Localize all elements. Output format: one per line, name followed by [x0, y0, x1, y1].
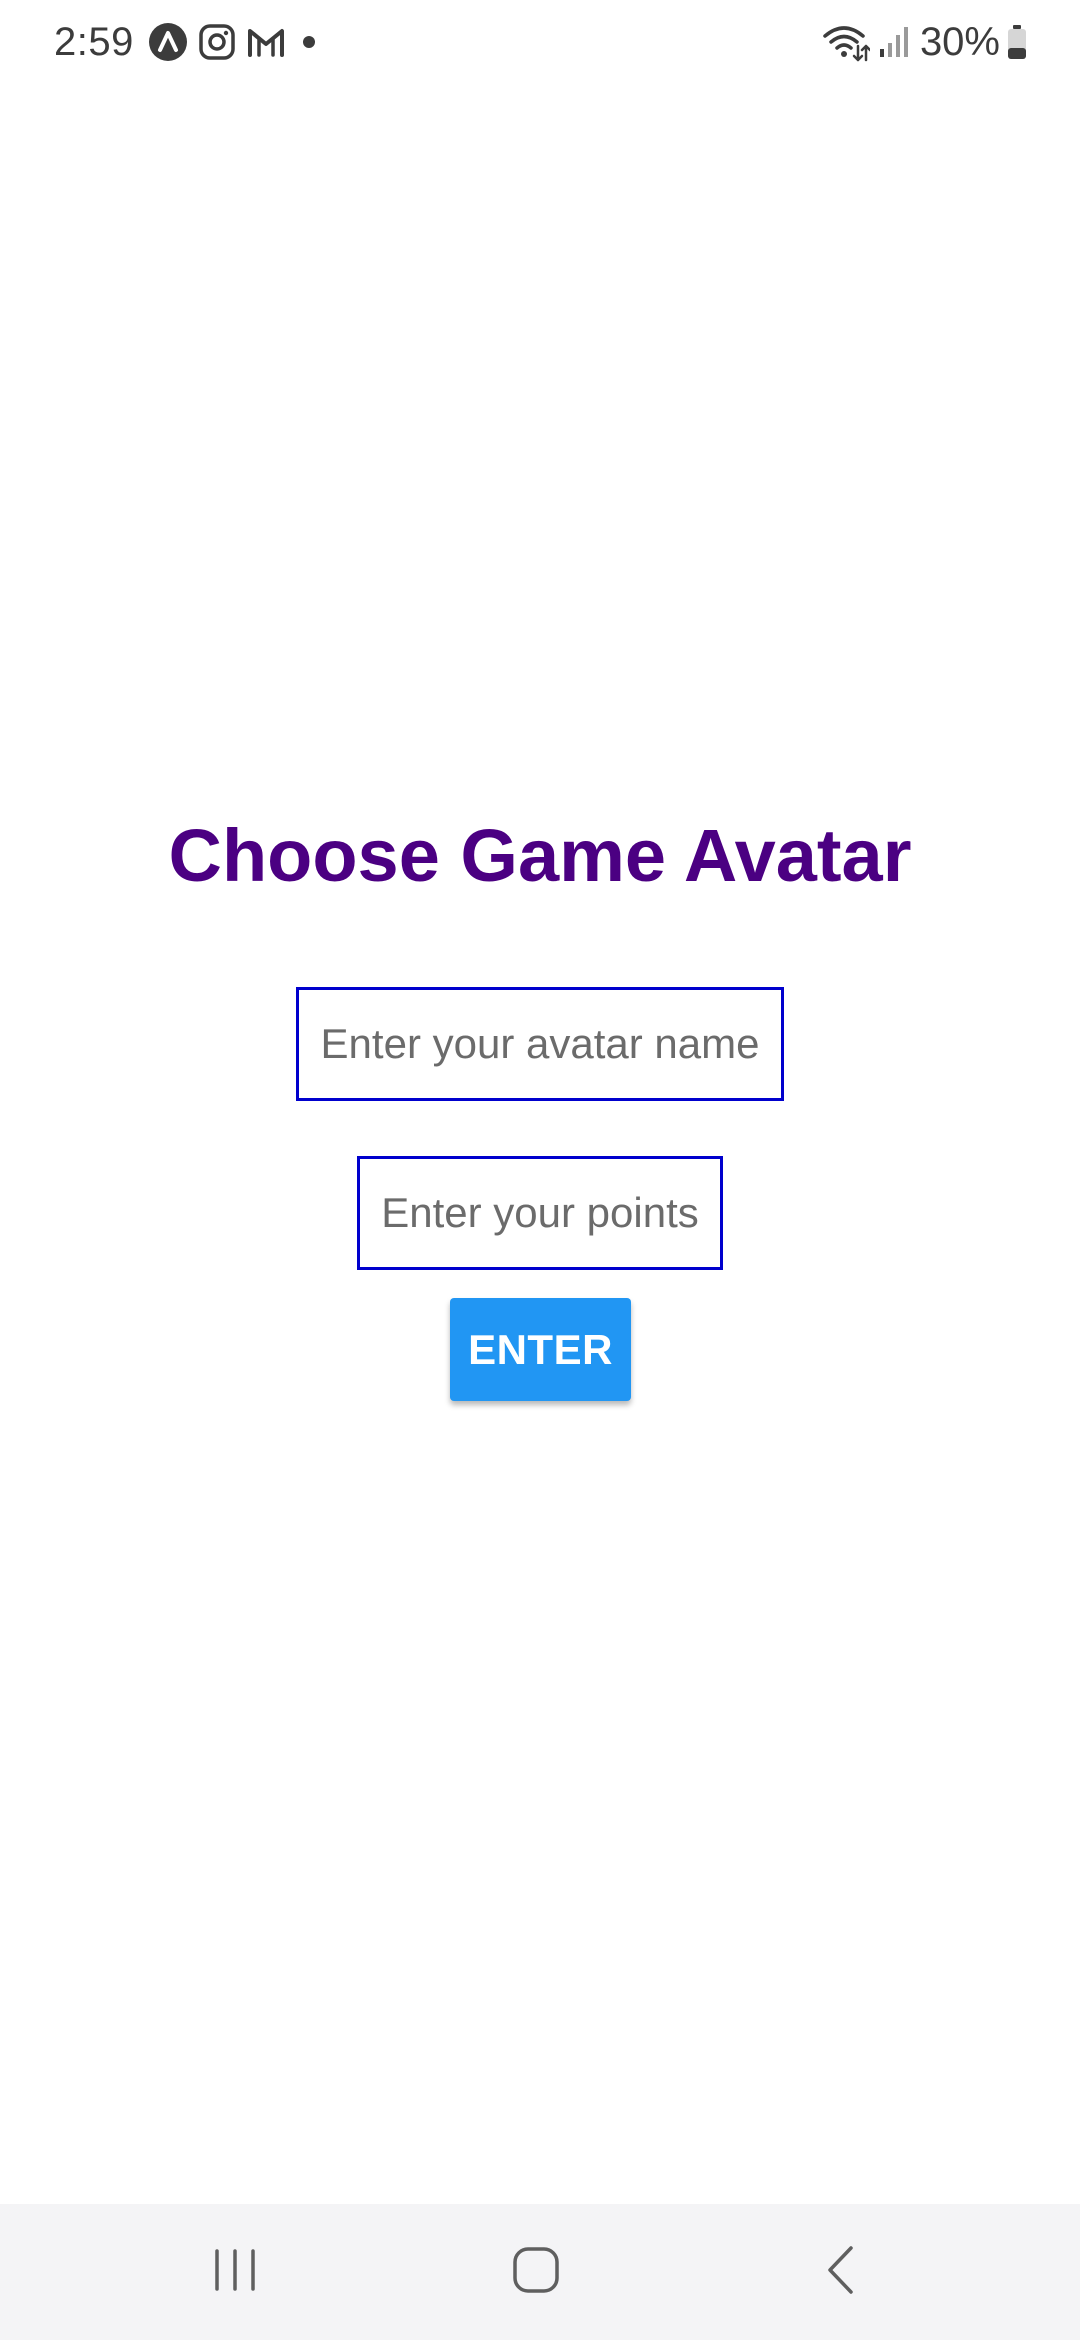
points-input[interactable]	[357, 1156, 723, 1270]
navigation-bar	[0, 2204, 1080, 2340]
avatar-name-input[interactable]	[296, 987, 784, 1101]
status-time: 2:59	[54, 19, 134, 64]
back-icon	[825, 2245, 855, 2300]
wifi-icon	[822, 22, 870, 62]
dot-icon	[302, 35, 316, 49]
app-a-icon	[148, 22, 188, 62]
battery-percent: 30%	[919, 19, 1000, 64]
home-icon	[512, 2246, 560, 2299]
home-button[interactable]	[436, 2204, 636, 2340]
recents-button[interactable]	[135, 2204, 335, 2340]
instagram-icon	[198, 23, 236, 61]
page-title: Choose Game Avatar	[168, 814, 912, 897]
recents-icon	[212, 2248, 258, 2297]
back-button[interactable]	[740, 2204, 940, 2340]
status-bar-right: 30%	[822, 20, 1028, 65]
gmail-icon	[246, 25, 286, 59]
status-bar: 2:59 30%	[0, 0, 1080, 84]
status-bar-left: 2:59	[54, 20, 326, 65]
battery-icon	[1006, 24, 1028, 60]
enter-button[interactable]: ENTER	[450, 1298, 631, 1401]
signal-icon	[878, 25, 908, 59]
